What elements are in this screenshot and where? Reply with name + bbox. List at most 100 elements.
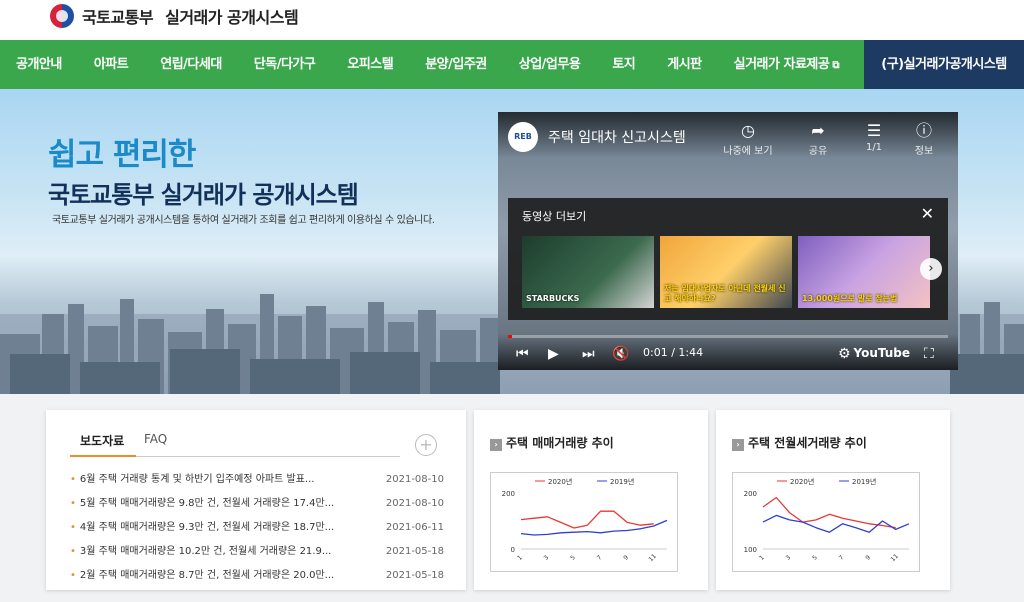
thumbnail-caption: 13,000원으로 발로 잡는법: [802, 294, 898, 303]
playlist-button[interactable]: ☰ 1/1: [846, 122, 902, 154]
video-thumbnail[interactable]: STARBUCKS: [522, 236, 654, 308]
mute-icon[interactable]: 🔇: [612, 346, 629, 362]
line-chart-svg: 2020년 2019년 0 200 1 3 5 7 9 11: [502, 477, 668, 563]
news-title: 6월 주택 거래량 통계 및 하반기 입주예정 아파트 발표...: [70, 468, 360, 492]
series-line-2019년: [762, 514, 910, 533]
news-list: 6월 주택 거래량 통계 및 하반기 입주예정 아파트 발표... 2021-08…: [70, 468, 444, 588]
list-item[interactable]: 6월 주택 거래량 통계 및 하반기 입주예정 아파트 발표... 2021-08…: [70, 468, 444, 492]
list-item[interactable]: 5월 주택 매매거래량은 9.8만 건, 전월세 거래량은 17.4만... 20…: [70, 492, 444, 516]
chevron-right-icon: ›: [490, 439, 502, 451]
hero-title: 국토교통부 실거래가 공개시스템: [48, 181, 359, 209]
previous-icon[interactable]: ⏮: [516, 346, 529, 362]
x-tick-label: 7: [838, 554, 846, 562]
video-thumbnail[interactable]: 저는 임대사업자도 아닌데 전월세 신고 해야하나요?: [660, 236, 792, 308]
info-button[interactable]: ⓘ 정보: [896, 121, 952, 158]
chart-title: › 주택 매매거래량 추이: [490, 434, 614, 451]
watch-later-label: 나중에 보기: [723, 146, 773, 157]
chart-title: › 주택 전월세거래량 추이: [732, 434, 867, 451]
x-tick-label: 11: [889, 553, 899, 563]
nav-item-old-system[interactable]: (구)실거래가공개시스템: [864, 40, 1024, 89]
hero-subtitle: 쉽고 편리한: [48, 137, 196, 173]
nav-item-officetel[interactable]: 오피스텔: [331, 40, 409, 89]
legend-label: 2019년: [610, 477, 634, 486]
settings-gear-icon[interactable]: ⚙: [838, 346, 851, 362]
news-date: 2021-06-11: [385, 522, 444, 533]
news-date: 2021-08-10: [385, 498, 444, 509]
x-tick-label: 5: [569, 554, 577, 562]
video-thumbnail[interactable]: 13,000원으로 발로 잡는법: [798, 236, 930, 308]
news-date: 2021-05-18: [385, 570, 444, 581]
list-item[interactable]: 4월 주택 매매거래량은 9.3만 건, 전월세 거래량은 18.7만... 20…: [70, 516, 444, 540]
legend-label: 2020년: [548, 477, 572, 486]
share-label: 공유: [808, 146, 828, 157]
play-icon[interactable]: ▶: [548, 346, 559, 362]
logo-org-name: 국토교통부: [82, 8, 154, 27]
close-icon[interactable]: ✕: [921, 204, 934, 223]
info-icon: ⓘ: [915, 121, 932, 140]
top-header: 국토교통부 실거래가 공개시스템: [0, 0, 1024, 40]
nav-item-land[interactable]: 토지: [596, 40, 651, 89]
taegeuk-logo-icon: [50, 4, 74, 28]
watch-later-button[interactable]: ◷ 나중에 보기: [720, 121, 776, 158]
line-chart: 2020년 2019년 100 200 1 3 5 7 9 11: [732, 472, 920, 572]
line-chart: 2020년 2019년 0 200 1 3 5 7 9 11: [490, 472, 678, 572]
youtube-video-player[interactable]: REB 주택 임대차 신고시스템 ◷ 나중에 보기 ➦ 공유 ☰ 1/1 ⓘ 정…: [498, 112, 958, 370]
thumbnail-caption: 저는 임대사업자도 아닌데 전월세 신고 해야하나요?: [664, 284, 786, 303]
nav-item-data-provision-label: 실거래가 자료제공: [733, 57, 830, 72]
site-logo[interactable]: 국토교통부 실거래가 공개시스템: [50, 4, 299, 28]
chevron-right-icon[interactable]: ›: [920, 258, 942, 280]
y-tick-label: 100: [744, 546, 757, 554]
x-tick-label: 9: [622, 554, 630, 562]
news-title: 2월 주택 매매거래량은 8.7만 건, 전월세 거래량은 20.0만...: [70, 564, 360, 588]
chart-title-text: 주택 전월세거래량 추이: [748, 436, 867, 450]
more-videos-panel: 동영상 더보기 ✕ STARBUCKS 저는 임대사업자도 아닌데 전월세 신고…: [508, 198, 948, 320]
clock-icon: ◷: [741, 121, 755, 140]
news-title: 3월 주택 매매거래량은 10.2만 건, 전월세 거래량은 21.9...: [70, 540, 360, 564]
legend-label: 2020년: [790, 477, 814, 486]
video-time: 0:01 / 1:44: [643, 346, 704, 359]
x-tick-label: 3: [785, 554, 793, 562]
nav-item-commercial[interactable]: 상업/업무용: [503, 40, 597, 89]
nav-item-multiplex[interactable]: 연립/다세대: [144, 40, 238, 89]
line-chart-svg: 2020년 2019년 100 200 1 3 5 7 9 11: [744, 477, 910, 563]
tab-press-release[interactable]: 보도자료: [80, 432, 124, 449]
sales-volume-chart-card[interactable]: › 주택 매매거래량 추이 2020년 2019년 0 200 1 3 5 7 9 11: [474, 410, 708, 590]
tab-faq[interactable]: FAQ: [144, 432, 167, 446]
share-button[interactable]: ➦ 공유: [790, 121, 846, 158]
nav-item-detached[interactable]: 단독/다가구: [238, 40, 332, 89]
nav-item-apartment[interactable]: 아파트: [78, 40, 144, 89]
series-line-2019년: [520, 519, 668, 536]
list-item[interactable]: 2월 주택 매매거래량은 8.7만 건, 전월세 거래량은 20.0만... 20…: [70, 564, 444, 588]
share-icon: ➦: [811, 121, 825, 140]
more-videos-title: 동영상 더보기: [522, 210, 587, 223]
news-card: 보도자료 FAQ + 6월 주택 거래량 통계 및 하반기 입주예정 아파트 발…: [46, 410, 466, 590]
nav-item-board[interactable]: 게시판: [651, 40, 717, 89]
x-tick-label: 5: [811, 554, 819, 562]
nav-item-data-provision[interactable]: 실거래가 자료제공 ⧉: [718, 40, 855, 89]
hero-description: 국토교통부 실거래가 공개시스템을 통하여 실거래가 조회를 쉽고 편리하게 이…: [52, 215, 435, 226]
video-title[interactable]: 주택 임대차 신고시스템: [548, 127, 686, 147]
next-icon[interactable]: ⏭: [582, 346, 595, 362]
news-title: 4월 주택 매매거래량은 9.3만 건, 전월세 거래량은 18.7만...: [70, 516, 360, 540]
news-date: 2021-08-10: [385, 474, 444, 485]
y-tick-label: 200: [744, 490, 757, 498]
x-tick-label: 11: [647, 553, 657, 563]
nav-item-presale[interactable]: 분양/입주권: [409, 40, 503, 89]
info-label: 정보: [914, 146, 934, 157]
list-item[interactable]: 3월 주택 매매거래량은 10.2만 건, 전월세 거래량은 21.9... 20…: [70, 540, 444, 564]
channel-logo[interactable]: REB: [508, 122, 538, 152]
playlist-label: 1/1: [865, 142, 883, 153]
x-tick-label: 9: [864, 554, 872, 562]
video-progress-bar[interactable]: [508, 335, 948, 338]
rent-volume-chart-card[interactable]: › 주택 전월세거래량 추이 2020년 2019년 100 200 1 3 5 7 9 11: [716, 410, 950, 590]
tab-active-indicator: [70, 455, 136, 457]
thumbnail-caption: STARBUCKS: [526, 294, 580, 303]
more-plus-icon[interactable]: +: [415, 434, 437, 456]
series-line-2020년: [520, 510, 654, 529]
hero-banner: 쉽고 편리한 국토교통부 실거래가 공개시스템 국토교통부 실거래가 공개시스템…: [0, 89, 1024, 394]
nav-item-guide[interactable]: 공개안내: [0, 40, 78, 89]
fullscreen-icon[interactable]: ⛶: [924, 346, 934, 362]
main-nav: 공개안내 아파트 연립/다세대 단독/다가구 오피스텔 분양/입주권 상업/업무…: [0, 40, 1024, 89]
youtube-logo[interactable]: YouTube: [853, 346, 910, 360]
legend-label: 2019년: [852, 477, 876, 486]
